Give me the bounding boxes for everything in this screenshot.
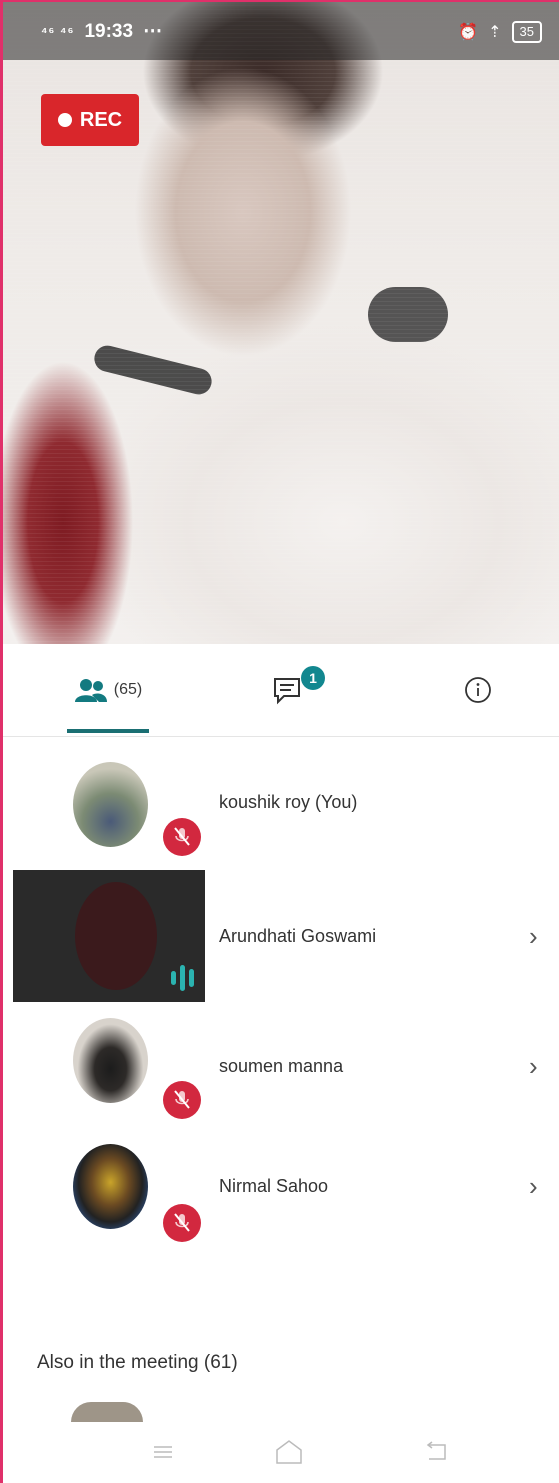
participant-row[interactable]: Arundhati Goswami › — [3, 876, 559, 996]
participant-count: (65) — [113, 681, 143, 698]
wifi-icon: ⇡ — [488, 24, 502, 41]
active-tab-indicator — [67, 729, 149, 733]
meeting-screen: ⁴⁶ ⁴⁶ 19:33 ⋯ ⏰ ⇡ 35 REC (65) 1 koushik … — [0, 0, 559, 1483]
avatar — [71, 1402, 143, 1422]
avatar — [73, 762, 148, 847]
menu-icon[interactable] — [143, 1430, 183, 1474]
mic-muted-icon — [163, 1204, 201, 1242]
avatar — [73, 1018, 148, 1103]
tab-info[interactable] — [443, 644, 513, 736]
participant-name: Nirmal Sahoo — [219, 1175, 329, 1196]
chat-icon — [274, 678, 300, 705]
recording-badge: REC — [41, 94, 139, 146]
participant-name: koushik roy (You) — [219, 791, 358, 812]
participant-name: Arundhati Goswami — [219, 925, 377, 946]
tab-bar: (65) — [3, 644, 559, 737]
system-nav-bar — [3, 1422, 559, 1483]
info-icon — [465, 677, 491, 703]
record-dot-icon — [57, 113, 72, 127]
participant-row[interactable]: koushik roy (You) — [3, 742, 559, 862]
participant-row[interactable]: Nirmal Sahoo › — [3, 1126, 559, 1246]
alarm-icon: ⏰ — [458, 24, 479, 41]
battery-indicator: 35 — [511, 21, 542, 43]
chat-unread-badge: 1 — [301, 666, 325, 690]
home-icon[interactable] — [269, 1430, 309, 1474]
mic-muted-icon — [163, 1081, 201, 1119]
chevron-right-icon[interactable]: › — [529, 1006, 538, 1126]
back-icon[interactable] — [415, 1430, 455, 1474]
status-time: 19:33 — [84, 20, 134, 42]
chevron-right-icon[interactable]: › — [529, 1126, 538, 1246]
people-icon — [74, 679, 107, 702]
notification-icons: ⋯ — [143, 21, 163, 42]
chevron-right-icon[interactable]: › — [529, 876, 538, 996]
also-in-meeting-header: Also in the meeting (61) — [37, 1352, 238, 1373]
tab-chat[interactable] — [243, 644, 333, 736]
signal-icon: ⁴⁶ ⁴⁶ — [41, 24, 75, 39]
avatar — [73, 1144, 148, 1229]
tab-participants[interactable]: (65) — [43, 644, 173, 736]
mic-muted-icon — [163, 818, 201, 856]
recording-label: REC — [79, 108, 123, 131]
status-bar: ⁴⁶ ⁴⁶ 19:33 ⋯ ⏰ ⇡ 35 — [3, 2, 559, 60]
participant-name: soumen manna — [219, 1055, 344, 1076]
participant-row[interactable]: soumen manna › — [3, 1006, 559, 1126]
